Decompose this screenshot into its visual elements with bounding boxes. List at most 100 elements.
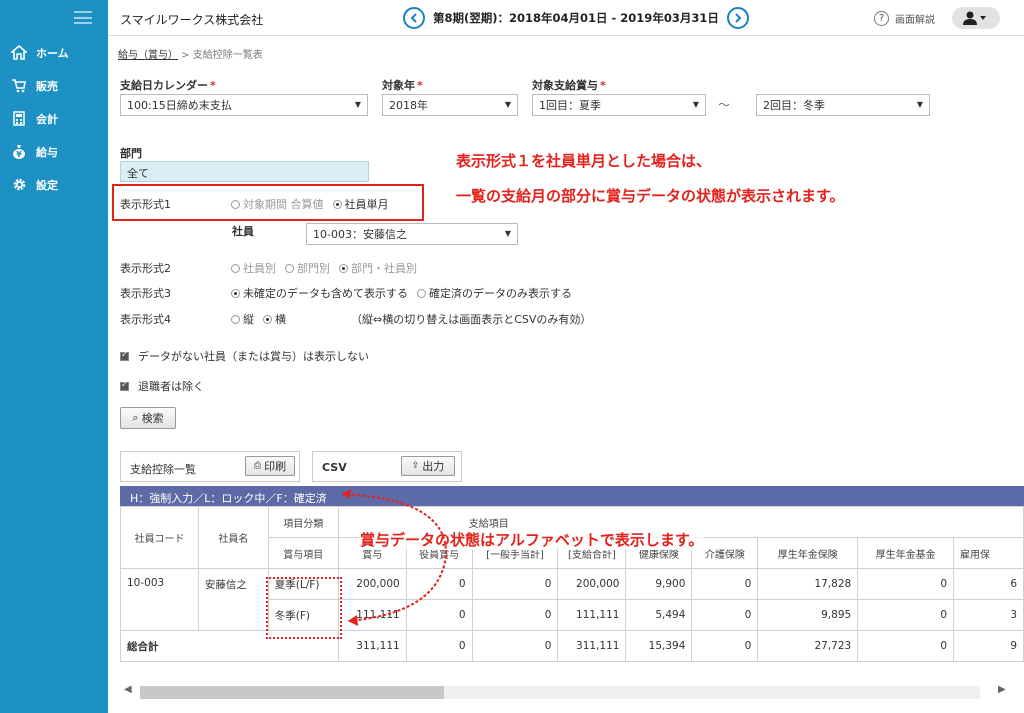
svg-text:¥: ¥	[16, 150, 22, 159]
bonus-from-select[interactable]: 1回目：夏季 ▼	[532, 94, 706, 116]
printer-icon: ⎙	[253, 461, 262, 471]
total-value-cell: 15,394	[625, 630, 693, 662]
total-value-cell: 311,111	[557, 630, 627, 662]
format3-radio-group: 未確定のデータも含めて表示する 確定済のデータのみ表示する	[231, 285, 581, 301]
format2-option-employee[interactable]: 社員別	[231, 260, 276, 276]
hide-empty-checkbox-row: データがない社員（または賞与）は表示しない	[120, 348, 369, 364]
sidebar-item-sales[interactable]: 販売	[0, 69, 108, 102]
period-navigator: 第8期(翌期)：2018年04月01日 - 2019年03月31日	[403, 7, 749, 29]
scroll-right-arrow-icon[interactable]: ▶	[998, 684, 1006, 695]
column-header: 厚生年金基金	[857, 537, 955, 569]
chevron-right-icon	[735, 13, 742, 23]
sidebar-item-settings[interactable]: 設定	[0, 168, 108, 201]
format4-label: 表示形式4	[120, 313, 171, 326]
csv-panel-label: CSV	[322, 461, 347, 474]
deduction-table-area: H：強制入力／L：ロック中／F：確定済 社員コード 社員名 項目分類 支給項目 …	[120, 486, 1024, 680]
company-name: スマイルワークス株式会社	[120, 13, 264, 27]
breadcrumb-current: 支給控除一覧表	[192, 50, 263, 61]
total-value-cell: 0	[471, 630, 559, 662]
sidebar-top	[0, 0, 108, 36]
fiscal-period: 第8期(翌期)：2018年04月01日 - 2019年03月31日	[433, 11, 719, 25]
export-button[interactable]: ⇪ 出力	[401, 456, 455, 476]
help-link[interactable]: ? 画面解説	[874, 11, 935, 26]
value-cell: 5,494	[625, 599, 693, 631]
value-cell: 9,900	[625, 568, 693, 600]
value-cell: 6	[953, 568, 1024, 600]
format4-option-vertical[interactable]: 縦	[231, 311, 254, 327]
search-icon: ⌕	[132, 411, 139, 424]
employee-label: 社員	[232, 225, 254, 238]
sidebar-item-payroll[interactable]: ¥ 給与	[0, 135, 108, 168]
print-button[interactable]: ⎙ 印刷	[245, 456, 295, 476]
value-cell: 17,828	[757, 568, 859, 600]
sidebar-item-label: ホーム	[36, 46, 69, 60]
user-icon	[963, 11, 986, 25]
employee-select[interactable]: 10-003：安藤信之 ▼	[306, 223, 518, 245]
list-panel-label: 支給控除一覧	[130, 463, 196, 476]
value-cell: 200,000	[557, 568, 627, 600]
annotation-line1: 表示形式１を社員単月とした場合は、	[456, 152, 712, 170]
home-icon	[10, 45, 28, 61]
hamburger-menu-icon[interactable]	[74, 11, 92, 24]
money-bag-icon: ¥	[10, 144, 28, 160]
search-button[interactable]: ⌕ 検索	[120, 407, 176, 429]
cart-icon	[10, 78, 28, 94]
exclude-retired-checkbox[interactable]	[120, 380, 129, 391]
bonus-label: 対象支給賞与 *	[532, 79, 606, 92]
format2-option-dept-employee[interactable]: 部門・社員別	[339, 260, 417, 276]
total-value-cell: 9	[953, 630, 1024, 662]
total-value-cell: 0	[691, 630, 759, 662]
sidebar: ホーム 販売 会計 ¥ 給与 設定	[0, 0, 108, 713]
value-cell: 0	[471, 568, 559, 600]
sidebar-item-home[interactable]: ホーム	[0, 36, 108, 69]
sidebar-item-label: 販売	[36, 79, 58, 93]
table-row: 10-003 安藤信之 夏季(L/F) 200,000 0 0 200,000 …	[120, 568, 1024, 631]
upload-icon: ⇪	[411, 461, 420, 471]
horizontal-scrollbar[interactable]: ◀ ▶	[120, 680, 1006, 704]
hide-empty-checkbox[interactable]	[120, 350, 129, 361]
list-panel: 支給控除一覧 ⎙ 印刷	[120, 451, 300, 482]
format4-option-horizontal[interactable]: 横	[263, 311, 286, 327]
user-menu-button[interactable]	[952, 7, 1000, 29]
dept-field[interactable]: 全て	[120, 161, 369, 182]
breadcrumb-parent-link[interactable]: 給与（賞与）	[118, 50, 178, 61]
value-cell: 0	[691, 568, 759, 600]
year-select[interactable]: 2018年 ▼	[382, 94, 518, 116]
caret-down-icon: ▼	[504, 100, 511, 109]
bonus-to-select[interactable]: 2回目：冬季 ▼	[756, 94, 930, 116]
column-header: 厚生年金保険	[757, 537, 859, 569]
next-period-button[interactable]	[726, 7, 749, 29]
format3-option-include-unconfirmed[interactable]: 未確定のデータも含めて表示する	[231, 285, 408, 301]
caret-down-icon: ▼	[504, 229, 511, 238]
question-icon: ?	[874, 11, 889, 26]
header-bar: スマイルワークス株式会社 第8期(翌期)：2018年04月01日 - 2019年…	[108, 0, 1024, 36]
value-cell: 0	[471, 599, 559, 631]
year-label: 対象年 *	[382, 79, 423, 92]
annotation-arrow-icon	[341, 489, 448, 626]
calendar-label: 支給日カレンダー *	[120, 79, 216, 92]
scrollbar-thumb[interactable]	[140, 686, 444, 699]
scroll-left-arrow-icon[interactable]: ◀	[124, 684, 132, 695]
format1-option-period-total[interactable]: 対象期間 合算値	[231, 196, 324, 212]
format4-radio-group: 縦 横 （縦⇔横の切り替えは画面表示とCSVのみ有効）	[231, 311, 591, 327]
format1-option-single-month[interactable]: 社員単月	[332, 196, 389, 212]
format3-label: 表示形式3	[120, 287, 171, 300]
value-cell: 9,895	[757, 599, 859, 631]
value-cell: 3	[953, 599, 1024, 631]
sidebar-item-accounting[interactable]: 会計	[0, 102, 108, 135]
header-employee-name: 社員名	[197, 506, 269, 569]
calendar-select[interactable]: 100:15日締め末支払 ▼	[120, 94, 368, 116]
total-value-cell: 27,723	[757, 630, 859, 662]
table-total-row: 総合計 311,111 0 0 311,111 15,394 0 27,723 …	[120, 630, 1024, 662]
prev-period-button[interactable]	[403, 7, 425, 29]
format2-option-dept[interactable]: 部門別	[285, 260, 330, 276]
sidebar-item-label: 給与	[36, 145, 58, 159]
annotation-line2: 一覧の支給月の部分に賞与データの状態が表示されます。	[456, 187, 845, 205]
sidebar-item-label: 設定	[36, 178, 58, 192]
dept-label: 部門	[120, 147, 142, 160]
employee-code-cell: 10-003	[120, 568, 199, 631]
total-value-cell: 0	[405, 630, 473, 662]
format1-radio-group: 対象期間 合算値 社員単月	[231, 196, 398, 212]
format3-option-confirmed-only[interactable]: 確定済のデータのみ表示する	[417, 285, 572, 301]
status-legend: H：強制入力／L：ロック中／F：確定済	[120, 486, 1024, 506]
